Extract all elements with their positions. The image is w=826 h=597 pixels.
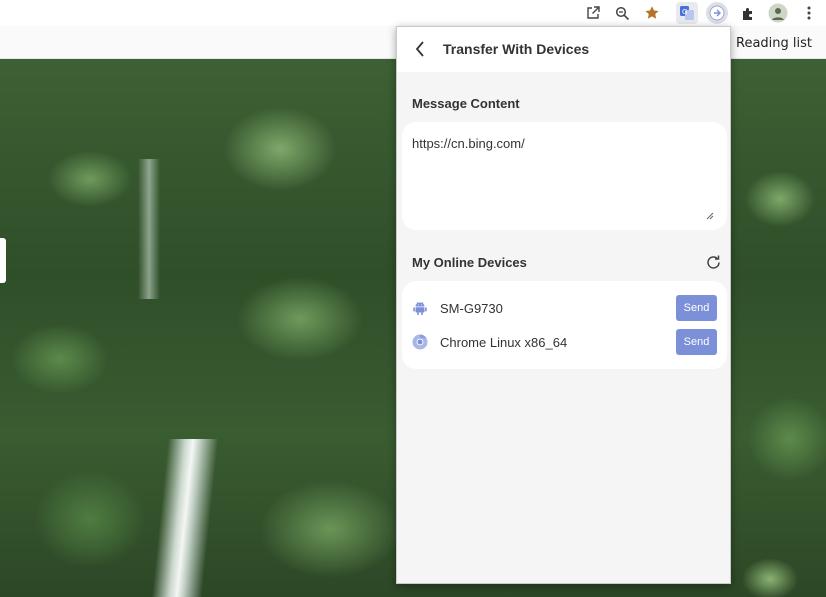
transfer-popup: Transfer With Devices Message Content ht… <box>396 26 731 584</box>
resize-grip-icon <box>706 212 714 220</box>
reading-list-label: Reading list <box>736 35 812 51</box>
transfer-extension-icon[interactable] <box>706 2 728 24</box>
popup-header: Transfer With Devices <box>397 27 730 72</box>
device-list: SM-G9730 Send Chrome Linux x86_64 Send <box>402 281 727 369</box>
star-icon[interactable] <box>641 2 663 24</box>
extensions-icon[interactable] <box>737 2 759 24</box>
message-textarea[interactable]: https://cn.bing.com/ <box>402 122 727 230</box>
translate-icon[interactable]: G <box>676 2 698 24</box>
send-button[interactable]: Send <box>676 295 717 321</box>
reading-list-button[interactable]: Reading list <box>728 34 812 52</box>
chevron-left-icon <box>415 41 424 57</box>
menu-icon[interactable] <box>798 2 820 24</box>
chrome-icon <box>412 334 428 350</box>
device-name: Chrome Linux x86_64 <box>440 335 568 350</box>
message-section-title: Message Content <box>412 96 520 111</box>
device-row: Chrome Linux x86_64 Send <box>402 329 727 355</box>
zoom-icon[interactable] <box>611 2 633 24</box>
refresh-button[interactable] <box>704 253 722 271</box>
profile-avatar[interactable] <box>767 2 789 24</box>
device-name: SM-G9730 <box>440 301 503 316</box>
svg-text:G: G <box>682 8 687 16</box>
back-button[interactable] <box>411 40 429 58</box>
message-text: https://cn.bing.com/ <box>412 136 525 151</box>
side-handle[interactable] <box>0 238 6 283</box>
device-row: SM-G9730 Send <box>402 295 727 321</box>
popup-title: Transfer With Devices <box>443 41 590 57</box>
open-in-new-icon[interactable] <box>582 2 604 24</box>
refresh-icon <box>706 255 720 269</box>
devices-section-title: My Online Devices <box>412 255 527 270</box>
android-icon <box>413 301 427 316</box>
browser-toolbar: G <box>0 0 826 26</box>
send-button[interactable]: Send <box>676 329 717 355</box>
